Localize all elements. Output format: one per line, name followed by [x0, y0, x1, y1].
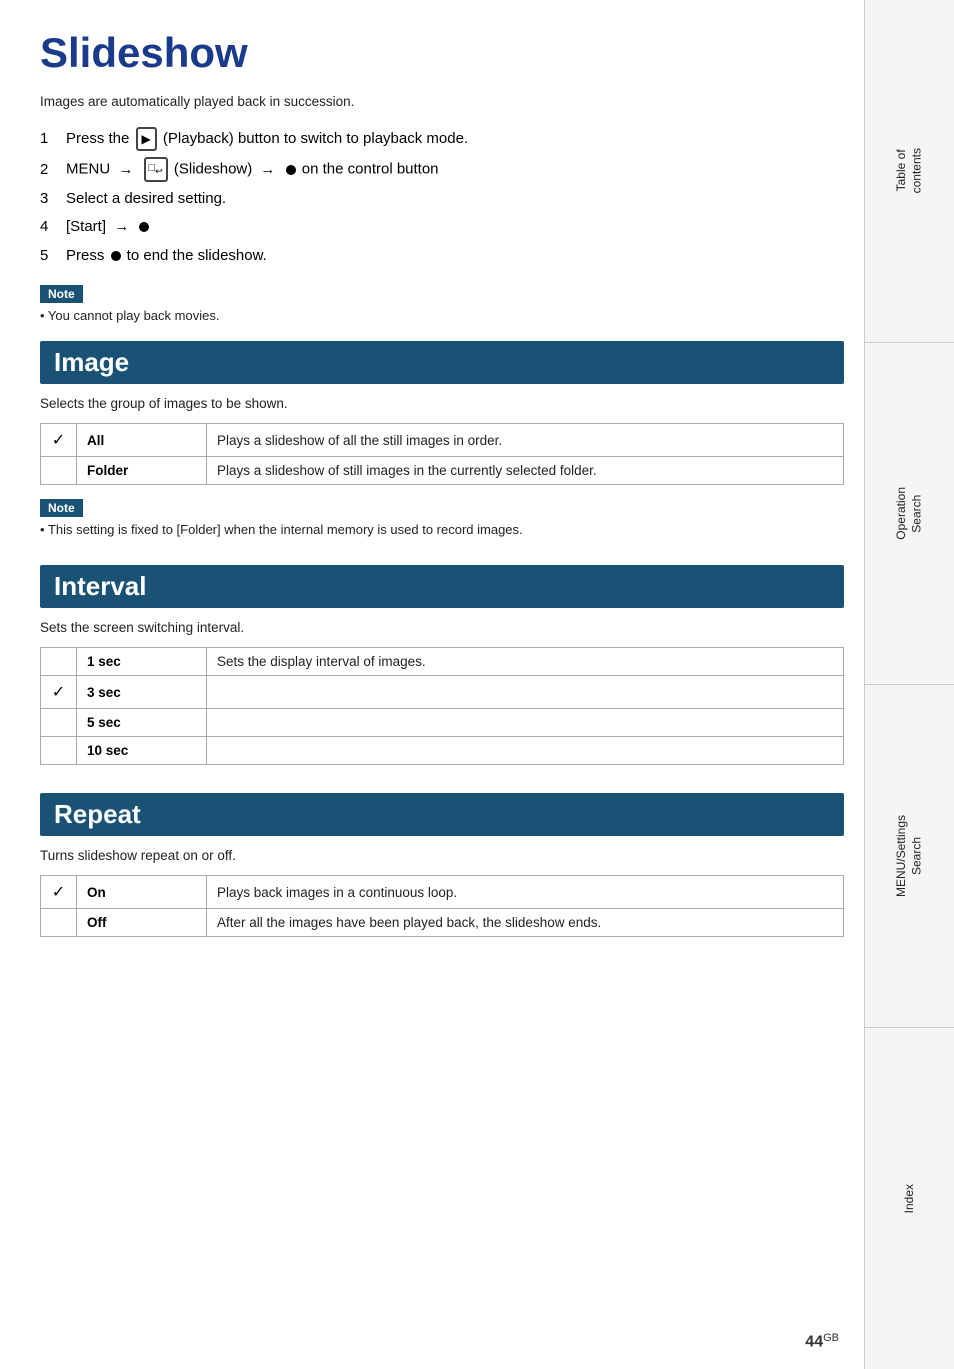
step-text-4: [Start] → [66, 216, 844, 239]
step-num-5: 5 [40, 247, 60, 264]
playback-icon: ▶ [136, 127, 157, 151]
sidebar-tab-index-label: Index [902, 1184, 918, 1213]
section-repeat: Repeat Turns slideshow repeat on or off.… [40, 793, 844, 937]
main-content: Slideshow Images are automatically playe… [40, 0, 844, 1025]
section-header-image: Image [40, 341, 844, 384]
check-cell-empty [41, 457, 77, 485]
table-row: 1 sec Sets the display interval of image… [41, 648, 844, 676]
section-interval: Interval Sets the screen switching inter… [40, 565, 844, 765]
check-cell-on: ✓ [41, 876, 77, 909]
option-desc-10sec [207, 737, 844, 765]
arrow-icon-3: → [114, 218, 129, 235]
note-label-image: Note [40, 499, 83, 517]
sidebar-tab-menu-settings[interactable]: MENU/SettingsSearch [865, 685, 954, 1028]
check-cell-5sec-empty [41, 709, 77, 737]
section-header-repeat: Repeat [40, 793, 844, 836]
table-row: Off After all the images have been playe… [41, 909, 844, 937]
step-4: 4 [Start] → [40, 216, 844, 239]
sidebar-tab-operation-label: OperationSearch [894, 487, 925, 540]
step-1: 1 Press the ▶ (Playback) button to switc… [40, 127, 844, 151]
image-table: ✓ All Plays a slideshow of all the still… [40, 423, 844, 485]
check-cell-off-empty [41, 909, 77, 937]
bullet-dot-1 [286, 165, 296, 175]
page-num-bold: 44 [805, 1333, 823, 1350]
section-desc-image: Selects the group of images to be shown. [40, 396, 844, 411]
step-3: 3 Select a desired setting. [40, 188, 844, 211]
table-row: 10 sec [41, 737, 844, 765]
repeat-table: ✓ On Plays back images in a continuous l… [40, 875, 844, 937]
check-cell-3sec: ✓ [41, 676, 77, 709]
step-num-3: 3 [40, 190, 60, 207]
sidebar: Table ofcontents OperationSearch MENU/Se… [864, 0, 954, 1369]
option-desc-off: After all the images have been played ba… [207, 909, 844, 937]
page-title: Slideshow [40, 30, 844, 76]
step-text-5: Press to end the slideshow. [66, 245, 844, 268]
step-5: 5 Press to end the slideshow. [40, 245, 844, 268]
option-name-on: On [77, 876, 207, 909]
note-box-1: Note • You cannot play back movies. [40, 285, 844, 323]
step-num-2: 2 [40, 161, 60, 178]
note-box-image: Note • This setting is fixed to [Folder]… [40, 499, 844, 537]
table-row: ✓ All Plays a slideshow of all the still… [41, 424, 844, 457]
arrow-icon-2: → [260, 161, 275, 178]
option-name-10sec: 10 sec [77, 737, 207, 765]
option-desc-folder: Plays a slideshow of still images in the… [207, 457, 844, 485]
check-cell-10sec-empty [41, 737, 77, 765]
table-row: ✓ On Plays back images in a continuous l… [41, 876, 844, 909]
step-num-1: 1 [40, 130, 60, 147]
check-cell-1sec-empty [41, 648, 77, 676]
option-desc-all: Plays a slideshow of all the still image… [207, 424, 844, 457]
arrow-icon: → [118, 161, 133, 178]
table-row: 5 sec [41, 709, 844, 737]
step-2: 2 MENU → □↩ (Slideshow) → on the control… [40, 157, 844, 182]
step-text-1: Press the ▶ (Playback) button to switch … [66, 127, 844, 151]
step-num-4: 4 [40, 218, 60, 235]
sidebar-tab-index[interactable]: Index [865, 1028, 954, 1369]
section-header-interval: Interval [40, 565, 844, 608]
bullet-dot-2 [139, 222, 149, 232]
check-cell: ✓ [41, 424, 77, 457]
bullet-dot-3 [111, 251, 121, 261]
step-text-2: MENU → □↩ (Slideshow) → on the control b… [66, 157, 844, 182]
sidebar-tab-toc-label: Table ofcontents [894, 148, 925, 193]
option-desc-3sec [207, 676, 844, 709]
slideshow-icon: □↩ [144, 157, 168, 182]
table-row: ✓ 3 sec [41, 676, 844, 709]
sidebar-tab-toc[interactable]: Table ofcontents [865, 0, 954, 343]
sidebar-tab-menu-label: MENU/SettingsSearch [894, 815, 925, 897]
interval-table: 1 sec Sets the display interval of image… [40, 647, 844, 765]
option-name-3sec: 3 sec [77, 676, 207, 709]
section-image: Image Selects the group of images to be … [40, 341, 844, 537]
page-num-suffix: GB [823, 1332, 839, 1344]
option-desc-on: Plays back images in a continuous loop. [207, 876, 844, 909]
note-text-image: • This setting is fixed to [Folder] when… [40, 522, 844, 537]
table-row: Folder Plays a slideshow of still images… [41, 457, 844, 485]
option-name-all: All [77, 424, 207, 457]
option-desc-5sec [207, 709, 844, 737]
option-name-1sec: 1 sec [77, 648, 207, 676]
option-name-folder: Folder [77, 457, 207, 485]
option-desc-1sec: Sets the display interval of images. [207, 648, 844, 676]
section-desc-interval: Sets the screen switching interval. [40, 620, 844, 635]
steps-list: 1 Press the ▶ (Playback) button to switc… [40, 127, 844, 267]
option-name-5sec: 5 sec [77, 709, 207, 737]
sidebar-tab-operation-search[interactable]: OperationSearch [865, 343, 954, 686]
note-label-1: Note [40, 285, 83, 303]
intro-text: Images are automatically played back in … [40, 94, 844, 109]
section-desc-repeat: Turns slideshow repeat on or off. [40, 848, 844, 863]
option-name-off: Off [77, 909, 207, 937]
step-text-3: Select a desired setting. [66, 188, 844, 211]
note-text-1: • You cannot play back movies. [40, 308, 844, 323]
page-number: 44GB [805, 1332, 839, 1351]
